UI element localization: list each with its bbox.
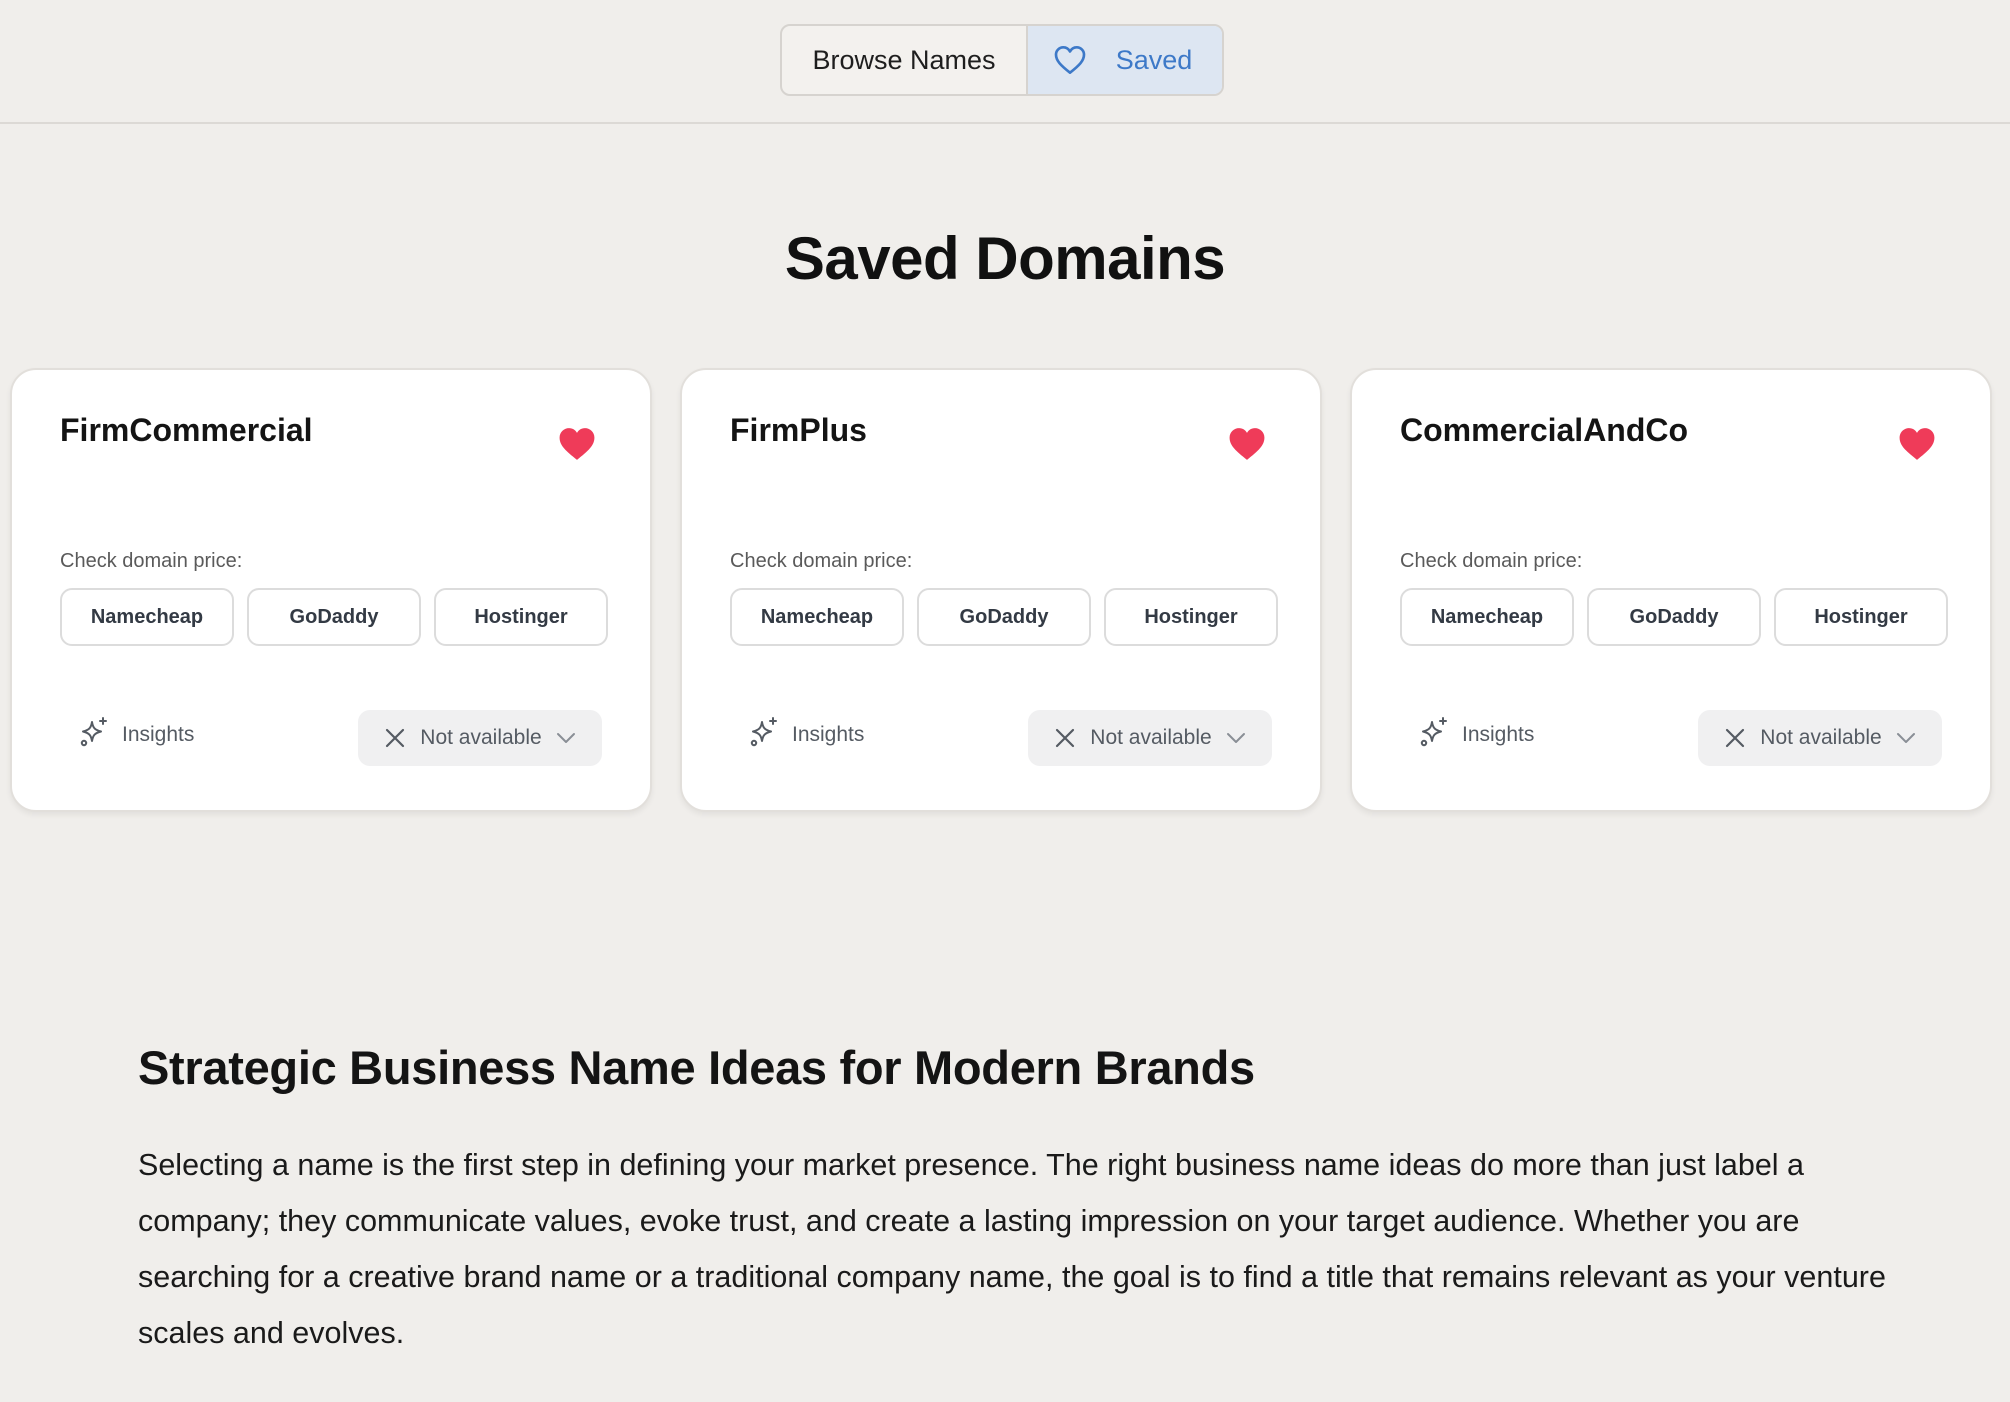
- view-toggle: Browse Names Saved: [780, 24, 1224, 96]
- price-check-label: Check domain price:: [1400, 550, 1583, 572]
- godaddy-button[interactable]: GoDaddy: [917, 588, 1091, 646]
- domain-card: FirmCommercial Check domain price: Namec…: [10, 368, 652, 812]
- saved-tab[interactable]: Saved: [1028, 26, 1222, 94]
- domain-name: CommercialAndCo: [1400, 412, 1689, 448]
- hostinger-button[interactable]: Hostinger: [1774, 588, 1948, 646]
- domain-card: CommercialAndCo Check domain price: Name…: [1350, 368, 1992, 812]
- seo-article: Strategic Business Name Ideas for Modern…: [138, 1040, 1898, 1361]
- registrar-buttons: Namecheap GoDaddy Hostinger: [1400, 588, 1948, 646]
- hostinger-button[interactable]: Hostinger: [434, 588, 608, 646]
- price-check-label: Check domain price:: [730, 550, 913, 572]
- page-title: Saved Domains: [784, 225, 1226, 292]
- heart-filled-icon[interactable]: [558, 426, 596, 462]
- godaddy-button[interactable]: GoDaddy: [247, 588, 421, 646]
- chevron-down-icon: [556, 732, 576, 744]
- x-icon: [1724, 727, 1746, 749]
- browse-names-tab[interactable]: Browse Names: [782, 26, 1028, 94]
- hostinger-button[interactable]: Hostinger: [1104, 588, 1278, 646]
- namecheap-button[interactable]: Namecheap: [60, 588, 234, 646]
- domain-name: FirmPlus: [730, 412, 867, 448]
- chevron-down-icon: [1226, 732, 1246, 744]
- heart-filled-icon[interactable]: [1898, 426, 1936, 462]
- sparkle-icon: [1418, 716, 1450, 754]
- registrar-buttons: Namecheap GoDaddy Hostinger: [60, 588, 608, 646]
- x-icon: [1054, 727, 1076, 749]
- availability-dropdown[interactable]: Not available: [1698, 710, 1942, 766]
- domain-name: FirmCommercial: [60, 412, 313, 448]
- sparkle-icon: [78, 716, 110, 754]
- chevron-down-icon: [1896, 732, 1916, 744]
- availability-label: Not available: [420, 726, 542, 749]
- insights-button[interactable]: Insights: [78, 716, 194, 754]
- availability-dropdown[interactable]: Not available: [358, 710, 602, 766]
- top-nav: Browse Names Saved: [0, 0, 2010, 124]
- heart-outline-icon: [1054, 45, 1086, 75]
- heart-filled-icon[interactable]: [1228, 426, 1266, 462]
- namecheap-button[interactable]: Namecheap: [730, 588, 904, 646]
- article-heading: Strategic Business Name Ideas for Modern…: [138, 1041, 1255, 1094]
- saved-domains-list: FirmCommercial Check domain price: Namec…: [10, 368, 1994, 812]
- insights-button[interactable]: Insights: [748, 716, 864, 754]
- availability-dropdown[interactable]: Not available: [1028, 710, 1272, 766]
- insights-label: Insights: [792, 723, 865, 746]
- insights-button[interactable]: Insights: [1418, 716, 1534, 754]
- domain-card: FirmPlus Check domain price: Namecheap G…: [680, 368, 1322, 812]
- insights-label: Insights: [1462, 723, 1535, 746]
- sparkle-icon: [748, 716, 780, 754]
- godaddy-button[interactable]: GoDaddy: [1587, 588, 1761, 646]
- x-icon: [384, 727, 406, 749]
- price-check-label: Check domain price:: [60, 550, 243, 572]
- registrar-buttons: Namecheap GoDaddy Hostinger: [730, 588, 1278, 646]
- namecheap-button[interactable]: Namecheap: [1400, 588, 1574, 646]
- article-body: Selecting a name is the first step in de…: [138, 1148, 1886, 1350]
- saved-tab-label: Saved: [1115, 44, 1193, 75]
- availability-label: Not available: [1760, 726, 1882, 749]
- insights-label: Insights: [122, 723, 195, 746]
- availability-label: Not available: [1090, 726, 1212, 749]
